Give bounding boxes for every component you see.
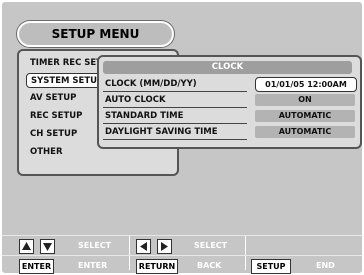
- clock-row[interactable]: CLOCK (MM/DD/YY) 01/01/05 12:00AM: [103, 77, 357, 93]
- left-arrow-key-icon: [136, 239, 151, 254]
- auto-clock-row[interactable]: AUTO CLOCK ON: [103, 93, 356, 109]
- setup-screen: SETUP MENU TIMER REC SET SYSTEM SETUP AV…: [2, 2, 362, 274]
- standard-time-row[interactable]: STANDARD TIME AUTOMATIC: [103, 109, 356, 125]
- down-arrow-key-icon: [40, 239, 55, 254]
- up-arrow-key-icon: [19, 239, 34, 254]
- enter-key: ENTER: [19, 259, 54, 274]
- row-divider: [103, 91, 247, 92]
- right-arrow-key-icon: [157, 239, 172, 254]
- up-down-select-label: SELECT: [78, 241, 112, 250]
- end-action-label: END: [316, 261, 335, 270]
- row-divider: [103, 123, 247, 124]
- setup-menu-title: SETUP MENU: [17, 21, 174, 47]
- back-action-label: BACK: [197, 261, 222, 270]
- auto-clock-value[interactable]: ON: [255, 94, 355, 106]
- enter-action-label: ENTER: [78, 261, 108, 270]
- clock-panel: CLOCK CLOCK (MM/DD/YY) 01/01/05 12:00AM …: [97, 55, 362, 149]
- standard-time-label: STANDARD TIME: [105, 111, 184, 121]
- clock-row-label: CLOCK (MM/DD/YY): [105, 79, 197, 89]
- daylight-saving-row[interactable]: DAYLIGHT SAVING TIME AUTOMATIC: [103, 125, 356, 141]
- clock-title: CLOCK: [103, 61, 352, 74]
- row-divider: [103, 139, 247, 140]
- setup-key: SETUP: [251, 259, 291, 274]
- nav-top-divider: [2, 235, 362, 236]
- nav-divider: [129, 236, 130, 270]
- clock-date-time-value[interactable]: 01/01/05 12:00AM: [255, 77, 357, 92]
- left-right-select-label: SELECT: [194, 241, 228, 250]
- row-divider: [103, 107, 247, 108]
- auto-clock-label: AUTO CLOCK: [105, 95, 166, 105]
- return-key: RETURN: [136, 259, 178, 274]
- nav-divider: [245, 236, 246, 270]
- daylight-saving-value[interactable]: AUTOMATIC: [255, 126, 355, 138]
- nav-middle-divider: [2, 255, 362, 256]
- daylight-saving-label: DAYLIGHT SAVING TIME: [105, 127, 218, 137]
- standard-time-value[interactable]: AUTOMATIC: [255, 110, 355, 122]
